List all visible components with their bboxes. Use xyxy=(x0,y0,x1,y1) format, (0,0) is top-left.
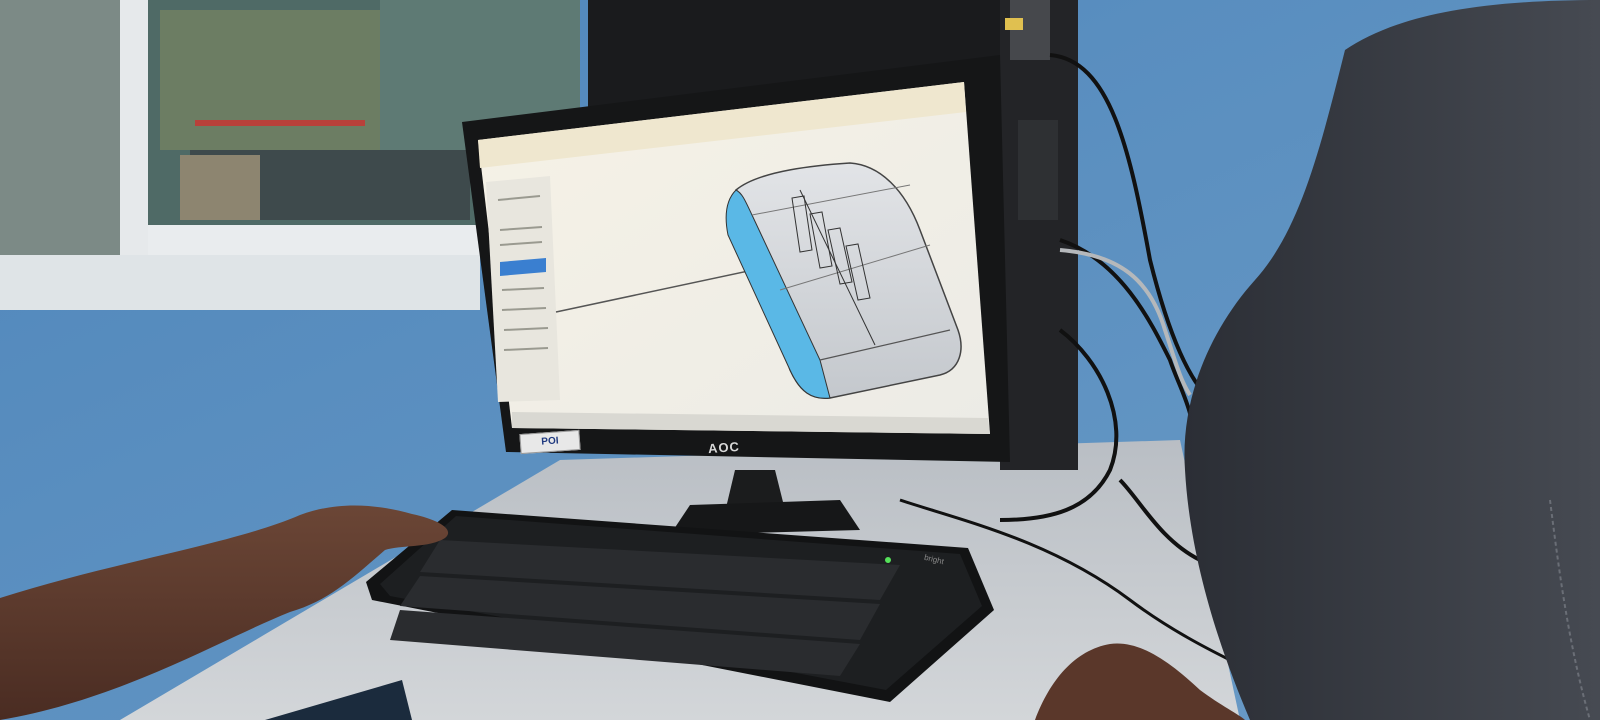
monitor-brand-label: AOC xyxy=(707,438,741,457)
photo-scene xyxy=(0,0,1600,720)
monitor-sticker: POI xyxy=(519,429,581,455)
keyboard-led xyxy=(885,557,891,563)
